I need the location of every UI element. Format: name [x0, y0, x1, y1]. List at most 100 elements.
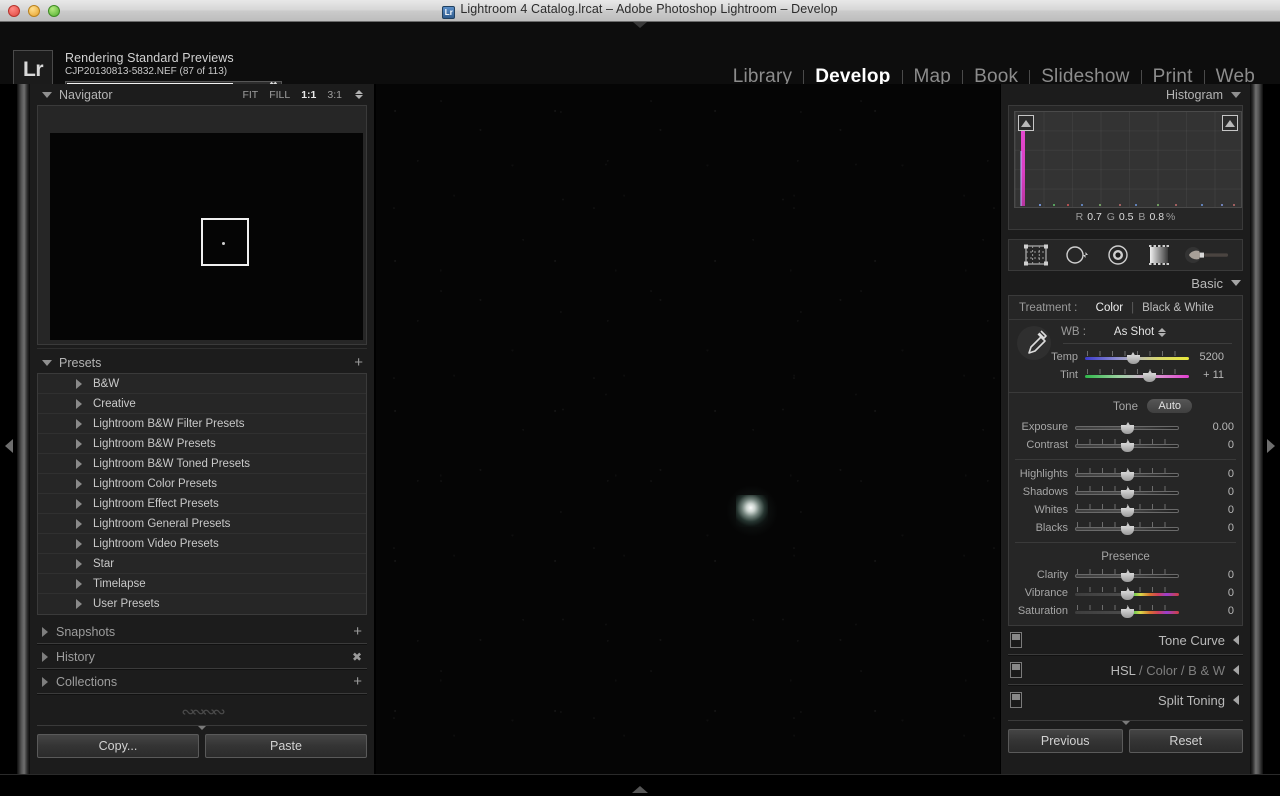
clarity-slider-knob[interactable]	[1121, 570, 1134, 582]
shadows-value[interactable]: 0	[1179, 486, 1236, 498]
chevron-right-icon[interactable]	[76, 378, 82, 389]
zoom-stepper-icon[interactable]	[355, 90, 363, 99]
wb-value[interactable]: As Shot	[1114, 326, 1154, 338]
chevron-right-icon[interactable]	[76, 599, 82, 609]
vibrance-slider-knob[interactable]	[1121, 588, 1134, 600]
crop-overlay-tool[interactable]	[1021, 244, 1051, 266]
hsl-title-inactive[interactable]: / Color / B & W	[1135, 663, 1225, 678]
highlights-slider[interactable]	[1075, 467, 1179, 481]
saturation-value[interactable]: 0	[1179, 605, 1236, 617]
history-panel-header[interactable]: History ✖	[35, 646, 369, 668]
paste-settings-button[interactable]: Paste	[205, 734, 367, 758]
highlights-slider-knob[interactable]	[1121, 469, 1134, 481]
temp-slider-knob[interactable]	[1126, 352, 1140, 364]
snapshots-panel-header[interactable]: Snapshots +	[35, 621, 369, 643]
previous-button[interactable]: Previous	[1008, 729, 1123, 753]
chevron-left-icon[interactable]	[1233, 695, 1239, 705]
contrast-slider-knob[interactable]	[1121, 440, 1134, 452]
navigator-view-rectangle[interactable]	[201, 218, 249, 266]
saturation-slider-knob[interactable]	[1121, 606, 1134, 618]
chevron-right-icon[interactable]	[42, 677, 48, 687]
basic-panel-header[interactable]: Basic	[1006, 271, 1245, 295]
whites-slider-row[interactable]: Whites 0	[1009, 501, 1242, 519]
add-snapshot-button[interactable]: +	[353, 624, 362, 639]
copy-settings-button[interactable]: Copy...	[37, 734, 199, 758]
top-panel-toggle[interactable]	[633, 22, 647, 28]
exposure-slider-row[interactable]: Exposure 0.00	[1009, 418, 1242, 436]
temp-value[interactable]: 5200	[1189, 351, 1226, 363]
preset-group-lr-bw[interactable]: Lightroom B&W Presets	[38, 434, 366, 454]
blacks-value[interactable]: 0	[1179, 522, 1236, 534]
chevron-right-icon[interactable]	[42, 652, 48, 662]
highlights-value[interactable]: 0	[1179, 468, 1236, 480]
wb-stepper-icon[interactable]	[1158, 327, 1167, 337]
saturation-slider[interactable]	[1075, 604, 1179, 618]
contrast-slider-row[interactable]: Contrast 0	[1009, 436, 1242, 454]
preset-group-timelapse[interactable]: Timelapse	[38, 574, 366, 594]
preset-group-lr-general[interactable]: Lightroom General Presets	[38, 514, 366, 534]
preset-group-bw[interactable]: B&W	[38, 374, 366, 394]
treatment-bw-option[interactable]: Black & White	[1142, 302, 1214, 314]
clear-history-button[interactable]: ✖	[352, 651, 362, 663]
contrast-slider[interactable]	[1075, 438, 1179, 452]
chevron-right-icon[interactable]	[76, 538, 82, 549]
close-window-button[interactable]	[8, 5, 20, 17]
navigator-thumbnail[interactable]	[50, 133, 363, 340]
histogram-panel-header[interactable]: Histogram	[1006, 84, 1245, 105]
navigator-panel-header[interactable]: Navigator FIT FILL 1:1 3:1	[35, 84, 369, 105]
hsl-switch[interactable]	[1010, 662, 1022, 678]
zoom-3-1-option[interactable]: 3:1	[327, 89, 342, 101]
auto-tone-button[interactable]: Auto	[1147, 399, 1192, 413]
exposure-slider[interactable]	[1075, 420, 1179, 434]
reset-button[interactable]: Reset	[1128, 729, 1243, 753]
chevron-right-icon[interactable]	[42, 627, 48, 637]
tint-value[interactable]: + 11	[1189, 369, 1226, 381]
split-toning-panel-header[interactable]: Split Toning	[1006, 686, 1245, 714]
panel-collapse-tick[interactable]	[1121, 721, 1130, 725]
chevron-down-icon[interactable]	[42, 359, 52, 366]
shadows-slider-row[interactable]: Shadows 0	[1009, 483, 1242, 501]
chevron-right-icon[interactable]	[76, 518, 82, 529]
chevron-right-icon[interactable]	[76, 398, 82, 409]
split-toning-switch[interactable]	[1010, 692, 1022, 708]
chevron-right-icon[interactable]	[76, 438, 82, 449]
whites-slider[interactable]	[1075, 503, 1179, 517]
saturation-slider-row[interactable]: Saturation 0	[1009, 602, 1242, 620]
collapse-left-panel-arrow[interactable]	[5, 439, 13, 453]
panel-collapse-tick[interactable]	[198, 726, 206, 730]
zoom-1-1-option[interactable]: 1:1	[301, 89, 316, 101]
shadow-clipping-indicator[interactable]	[1018, 115, 1034, 131]
presets-panel-header[interactable]: Presets +	[35, 352, 369, 373]
treatment-color-option[interactable]: Color	[1096, 302, 1123, 314]
minimize-window-button[interactable]	[28, 5, 40, 17]
preset-group-star[interactable]: Star	[38, 554, 366, 574]
tone-curve-switch[interactable]	[1010, 632, 1022, 648]
preset-group-lr-effect[interactable]: Lightroom Effect Presets	[38, 494, 366, 514]
chevron-left-icon[interactable]	[1233, 665, 1239, 675]
chevron-right-icon[interactable]	[76, 478, 82, 489]
tint-slider[interactable]	[1085, 368, 1189, 382]
collections-panel-header[interactable]: Collections +	[35, 671, 369, 693]
blacks-slider[interactable]	[1075, 521, 1179, 535]
clarity-value[interactable]: 0	[1179, 569, 1236, 581]
chevron-right-icon[interactable]	[76, 578, 82, 589]
shadows-slider-knob[interactable]	[1121, 487, 1134, 499]
blacks-slider-knob[interactable]	[1121, 523, 1134, 535]
chevron-down-icon[interactable]	[1231, 91, 1241, 98]
left-panel-resize-grip[interactable]	[17, 84, 30, 796]
red-eye-correction-tool[interactable]	[1103, 244, 1133, 266]
navigator-preview[interactable]	[37, 105, 367, 345]
spot-removal-tool[interactable]	[1062, 244, 1092, 266]
show-filmstrip-arrow[interactable]	[632, 786, 648, 793]
vibrance-slider[interactable]	[1075, 586, 1179, 600]
zoom-fill-option[interactable]: FILL	[269, 89, 290, 101]
chevron-down-icon[interactable]	[1231, 280, 1241, 286]
temp-slider[interactable]	[1085, 350, 1189, 364]
histogram-plot[interactable]	[1014, 111, 1242, 208]
collapse-right-panel-arrow[interactable]	[1267, 439, 1275, 453]
chevron-right-icon[interactable]	[76, 498, 82, 509]
zoom-fit-option[interactable]: FIT	[242, 89, 258, 101]
blacks-slider-row[interactable]: Blacks 0	[1009, 519, 1242, 537]
exposure-value[interactable]: 0.00	[1179, 421, 1236, 433]
clarity-slider[interactable]	[1075, 568, 1179, 582]
